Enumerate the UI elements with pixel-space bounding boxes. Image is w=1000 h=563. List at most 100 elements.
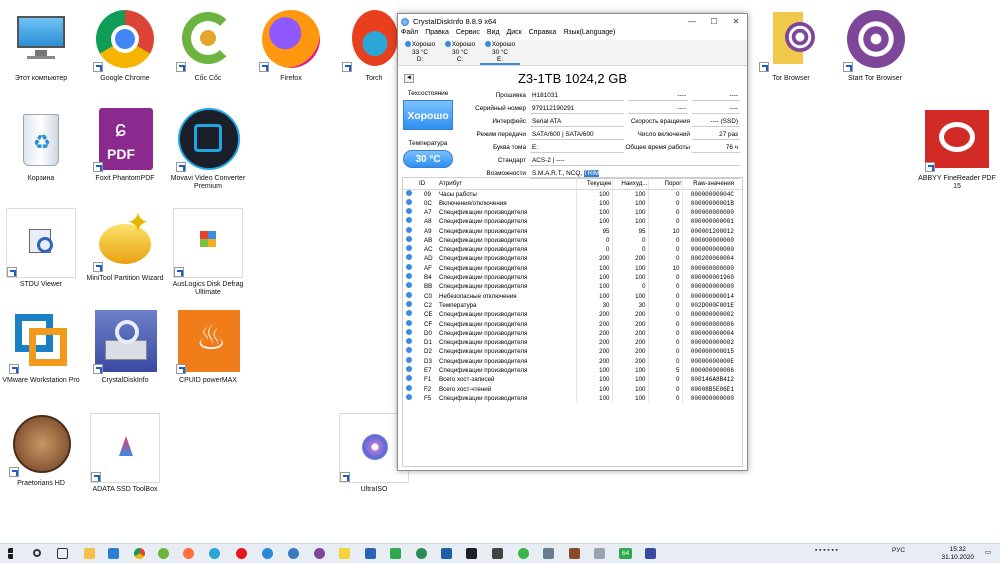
app-taskbar-icon[interactable] [416, 548, 427, 559]
menu-bar: Файл Правка Сервис Вид Диск Справка Язык… [398, 29, 747, 40]
table-row[interactable]: A9 Спецификации производителя 95 95 10 000001… [403, 226, 742, 236]
coccoc-taskbar-icon[interactable] [158, 548, 169, 559]
tray-language[interactable]: РУС [892, 547, 905, 554]
close-button[interactable]: ✕ [725, 14, 747, 29]
desktop-icon-minitool[interactable]: ✦ MiniTool Partition Wizard [82, 208, 168, 283]
clock[interactable]: 15:32 31.10.2020 [941, 546, 974, 561]
notification-icon[interactable]: ▭ [985, 548, 991, 556]
table-row[interactable]: F1 Всего хост-записей 100 100 0 000146A8B412 [403, 375, 742, 385]
opera-taskbar-icon[interactable] [236, 548, 247, 559]
header-worst[interactable]: Наихуд... [611, 178, 648, 190]
table-row[interactable]: B4 Спецификации производителя 100 100 0 00000… [403, 272, 742, 283]
file-explorer-icon[interactable] [84, 548, 95, 559]
table-row[interactable]: CF Спецификации производителя 200 200 0 00000… [403, 319, 742, 329]
table-row[interactable]: AB Спецификации производителя 0 0 0 000000000… [403, 235, 742, 245]
table-row[interactable]: F2 Всего хост-чтений 100 100 0 00008B5E06E1 [403, 384, 742, 394]
table-row[interactable]: E7 Спецификации производителя 100 100 5 00000… [403, 365, 742, 376]
table-row[interactable]: 09 Часы работы 100 100 0 00000000004C [403, 189, 742, 199]
table-row[interactable]: AD Спецификации производителя 200 200 0 00020… [403, 254, 742, 264]
table-row[interactable]: CE Спецификации производителя 200 200 0 00000… [403, 310, 742, 320]
table-row[interactable]: C0 Небезопасные отключения 100 100 0 00000000… [403, 291, 742, 301]
transfer-value: SATA/600 | SATA/600 [530, 130, 624, 140]
drive-tab-e[interactable]: Хорошо 30 °C E: [480, 40, 520, 65]
browser-taskbar-icon[interactable] [209, 548, 220, 559]
desktop-icon-vmware[interactable]: VMware Workstation Pro [0, 310, 84, 385]
table-row[interactable]: F5 Спецификации производителя 100 100 0 00000… [403, 393, 742, 404]
desktop-icon-cpuid[interactable]: ♨ CPUID powerMAX [165, 310, 251, 385]
desktop-icon-adata[interactable]: ADATA SSD ToolBox [82, 413, 168, 494]
desktop-icon-chrome[interactable]: Google Chrome [82, 8, 168, 83]
table-row[interactable]: D0 Спецификации производителя 200 200 0 00000… [403, 328, 742, 338]
shield-taskbar-icon[interactable] [390, 548, 401, 559]
menu-view[interactable]: Вид [487, 29, 500, 40]
cpu-z-taskbar-icon[interactable]: 64 [619, 548, 632, 559]
menu-help[interactable]: Справка [529, 29, 556, 40]
app-taskbar-icon[interactable] [543, 548, 554, 559]
store-icon[interactable] [108, 548, 119, 559]
app-taskbar-icon[interactable] [339, 548, 350, 559]
health-status-button[interactable]: Хорошо [403, 100, 453, 130]
menu-language[interactable]: Язык(Language) [563, 29, 615, 40]
drive-tab-c[interactable]: Хорошо 30 °C C: [440, 40, 480, 65]
table-row[interactable]: AC Спецификации производителя 0 0 0 000000000… [403, 244, 742, 255]
desktop-icon-crystaldiskinfo[interactable]: CrystalDiskInfo [82, 310, 168, 385]
menu-edit[interactable]: Правка [425, 29, 449, 40]
desktop-icon-praetorians[interactable]: Praetorians HD [0, 413, 84, 488]
crystaldiskinfo-window[interactable]: CrystalDiskInfo 8.8.9 x64 — ☐ ✕ Файл Пра… [397, 13, 748, 471]
app-taskbar-icon[interactable] [492, 548, 503, 559]
table-row[interactable]: D1 Спецификации производителя 200 200 0 00000… [403, 337, 742, 348]
header-id[interactable]: ID [415, 178, 439, 190]
tray-icons[interactable]: ▪ ▪ ▪ ▪ ▪ ▪ [815, 547, 838, 554]
search-icon[interactable] [33, 549, 41, 557]
title-bar[interactable]: CrystalDiskInfo 8.8.9 x64 — ☐ ✕ [398, 14, 747, 29]
desktop-icon-movavi[interactable]: Movavi Video Converter Premium [165, 108, 251, 191]
desktop-icon-coccoc[interactable]: Cốc Cốc [165, 8, 251, 83]
crystaldiskinfo-taskbar-icon[interactable] [645, 548, 656, 559]
desktop-icon-foxit[interactable]: PDF ɕ Foxit PhantomPDF [82, 108, 168, 183]
desktop-icon-recycle-bin[interactable]: ♻ Корзина [0, 108, 84, 183]
header-current[interactable]: Текущее [575, 178, 612, 190]
table-row[interactable]: A7 Спецификации производителя 100 100 0 00000… [403, 207, 742, 218]
app-taskbar-icon[interactable] [569, 548, 580, 559]
table-row[interactable]: AF Спецификации производителя 100 100 10 0000… [403, 263, 742, 273]
desktop-icon-auslogics[interactable]: AusLogics Disk Defrag Ultimate [165, 208, 251, 297]
desktop-icon-firefox[interactable]: Firefox [248, 8, 334, 83]
table-row[interactable]: D3 Спецификации производителя 200 200 0 00000… [403, 356, 742, 366]
desktop-icon-start-tor[interactable]: Start Tor Browser [832, 8, 918, 83]
attr-raw: 00000000000E [681, 356, 742, 366]
task-view-icon[interactable] [57, 548, 68, 559]
menu-file[interactable]: Файл [401, 29, 418, 40]
table-row[interactable]: 0C Включения/отключения 100 100 0 00000000001… [403, 198, 742, 208]
health-dot-icon [406, 245, 412, 252]
movavi-taskbar-icon[interactable] [466, 548, 477, 559]
firefox-taskbar-icon[interactable] [183, 548, 194, 559]
app-taskbar-icon[interactable] [518, 548, 529, 559]
menu-service[interactable]: Сервис [456, 29, 480, 40]
desktop-icon-stdu-viewer[interactable]: STDU Viewer [0, 208, 84, 289]
drive-tab-d[interactable]: Хорошо 33 °C D: [400, 40, 440, 65]
maximize-button[interactable]: ☐ [703, 14, 725, 29]
desktop-icon-tor-browser[interactable]: Tor Browser [748, 8, 834, 83]
app-taskbar-icon[interactable] [365, 548, 376, 559]
header-threshold[interactable]: Порог [647, 178, 682, 190]
app-taskbar-icon[interactable] [441, 548, 452, 559]
table-row[interactable]: A8 Спецификации производителя 100 100 0 00000… [403, 217, 742, 227]
desktop-icon-abbyy[interactable]: ABBYY FineReader PDF 15 [914, 108, 1000, 191]
minimize-button[interactable]: — [681, 14, 703, 29]
chrome-taskbar-icon[interactable] [134, 548, 145, 559]
windows-start-icon[interactable] [8, 548, 13, 559]
menu-disk[interactable]: Диск [507, 29, 522, 40]
header-attribute[interactable]: Атрибут [439, 178, 576, 190]
table-row[interactable]: C2 Температура 30 30 0 002D000F001E [403, 300, 742, 311]
health-dot-icon [406, 189, 412, 196]
status-dot-icon [403, 198, 415, 208]
table-row[interactable]: D2 Спецификации производителя 200 200 0 00000… [403, 347, 742, 357]
smart-table[interactable]: ID Атрибут Текущее Наихуд... Порог Raw-з… [402, 177, 743, 467]
app-taskbar-icon[interactable] [288, 548, 299, 559]
app-taskbar-icon[interactable] [594, 548, 605, 559]
app-taskbar-icon[interactable] [262, 548, 273, 559]
desktop-icon-this-pc[interactable]: Этот компьютер [0, 8, 84, 83]
table-row[interactable]: BB Спецификации производителя 100 0 0 0000000… [403, 282, 742, 292]
tor-taskbar-icon[interactable] [314, 548, 325, 559]
header-raw[interactable]: Raw-значения [681, 178, 742, 190]
